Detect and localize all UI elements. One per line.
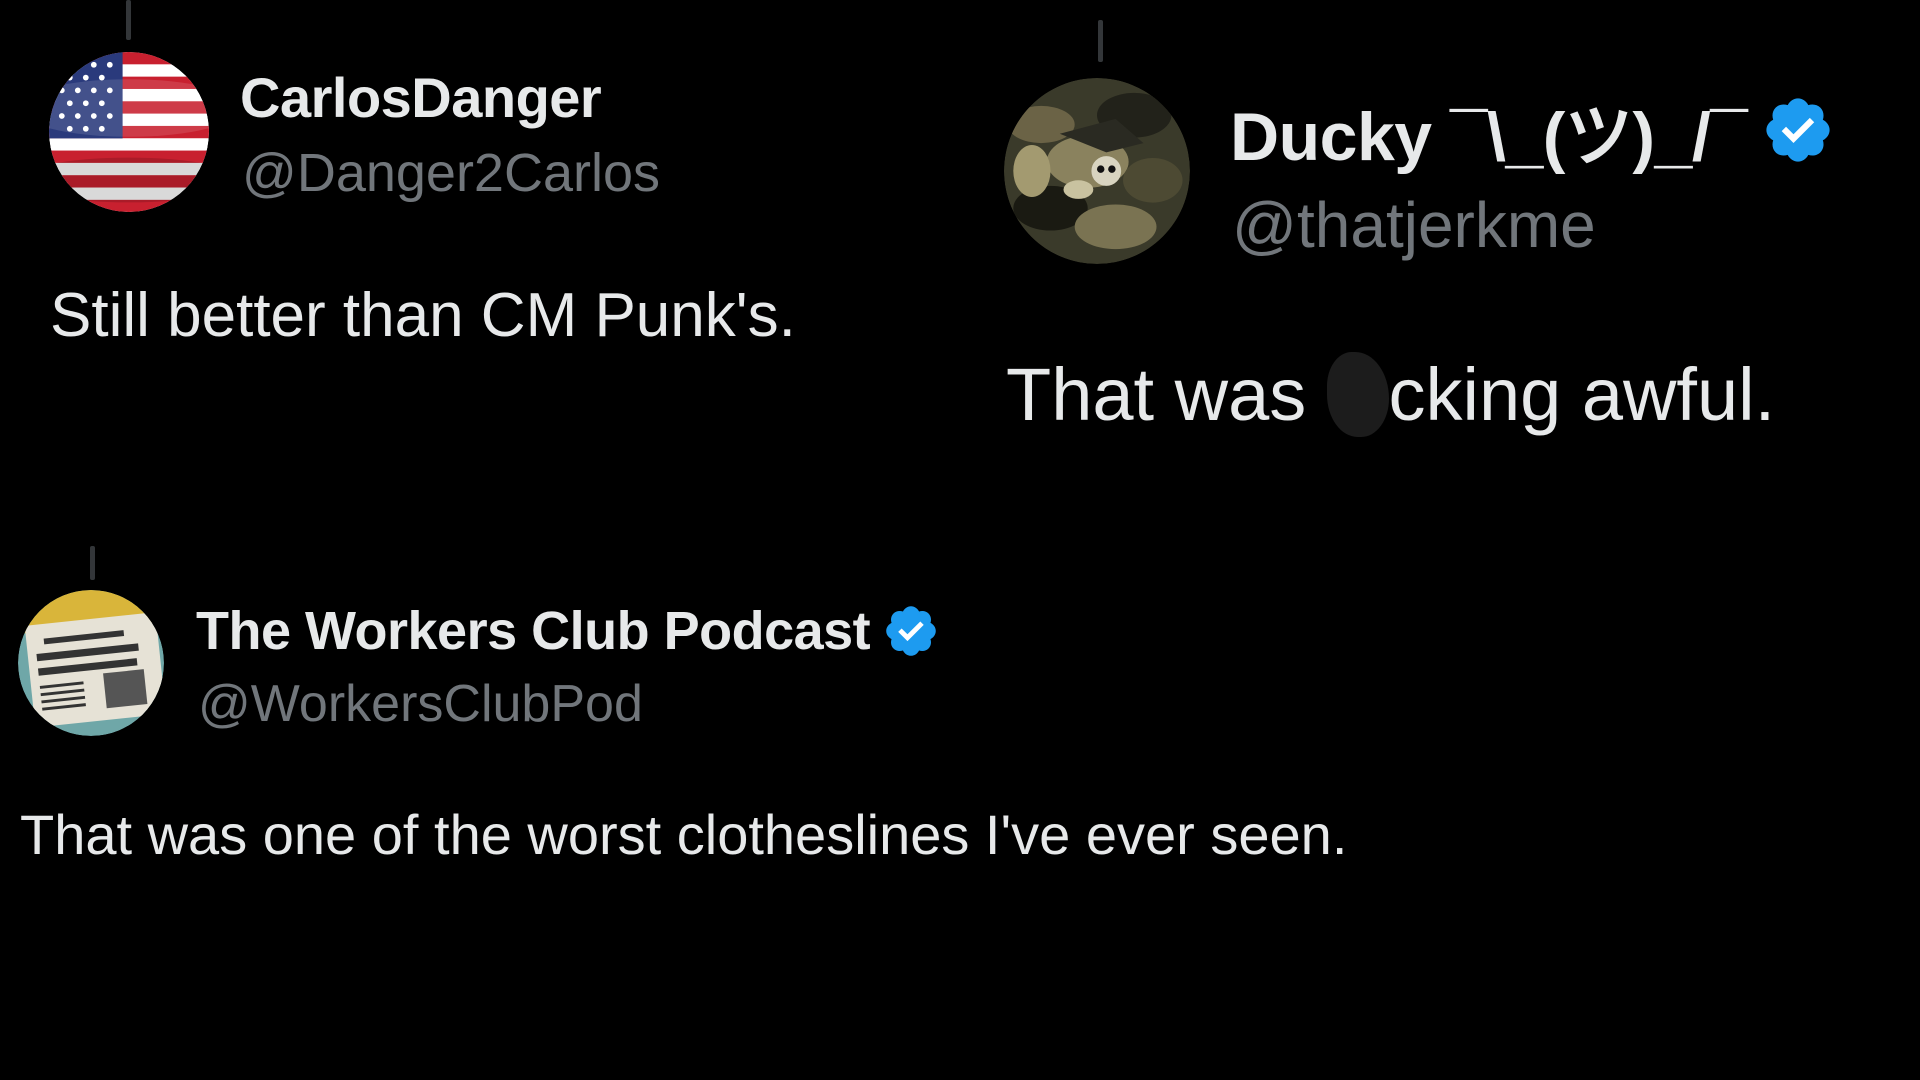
- verified-badge-icon: [1761, 93, 1835, 167]
- thread-connector-line: [126, 0, 131, 40]
- user-handle[interactable]: @WorkersClubPod: [198, 674, 643, 734]
- user-handle[interactable]: @Danger2Carlos: [242, 142, 660, 204]
- tweet-text-part: cking awful.: [1388, 353, 1776, 436]
- user-handle[interactable]: @thatjerkme: [1232, 188, 1596, 262]
- camo-character-avatar[interactable]: [1004, 78, 1190, 264]
- display-name-text: The Workers Club Podcast: [196, 601, 871, 661]
- tweet-text: That was one of the worst clotheslines I…: [20, 803, 1348, 866]
- newspaper-avatar[interactable]: [18, 590, 164, 736]
- display-name[interactable]: CarlosDanger: [240, 62, 602, 132]
- display-name[interactable]: Ducky ¯\_(ツ)_/¯: [1230, 90, 1835, 175]
- thread-connector-line: [1098, 20, 1103, 62]
- display-name[interactable]: The Workers Club Podcast: [196, 598, 940, 664]
- verified-badge-icon: [882, 602, 940, 660]
- censored-text-scribble: fu: [1326, 352, 1389, 437]
- us-flag-avatar[interactable]: [49, 52, 209, 212]
- tweet-text: Still better than CM Punk's.: [50, 281, 796, 350]
- tweet-text-part: That was: [1006, 353, 1327, 436]
- display-name-text: Ducky ¯\_(ツ)_/¯: [1230, 98, 1748, 175]
- tweet-text: That was fucking awful.: [1006, 352, 1775, 437]
- thread-connector-line: [90, 546, 95, 580]
- display-name-text: CarlosDanger: [240, 65, 602, 129]
